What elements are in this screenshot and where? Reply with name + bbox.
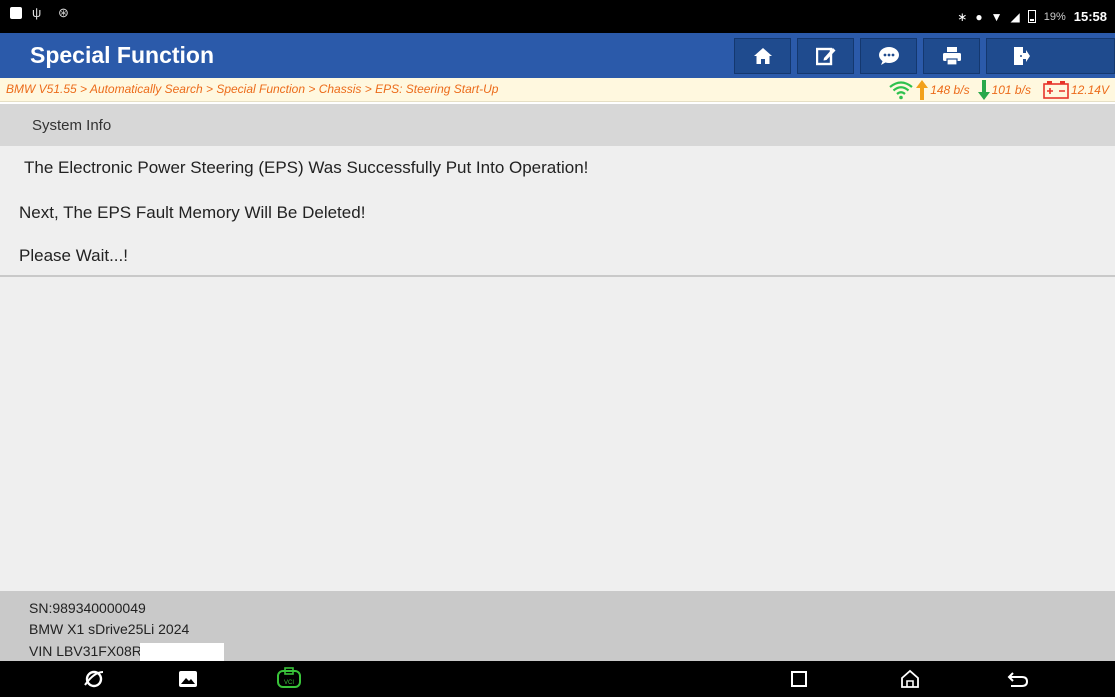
vin-row: VIN LBV31FX08R (29, 643, 224, 662)
connection-info: 148 b/s 101 b/s 12.14V (888, 80, 1109, 100)
edit-button[interactable] (797, 38, 854, 74)
clock: 15:58 (1073, 9, 1107, 24)
android-nav-bar: VCI (0, 661, 1115, 697)
vci-icon: VCI (277, 667, 301, 688)
recents-icon (791, 671, 807, 687)
title-bar: Special Function (0, 33, 1115, 78)
page-title: Special Function (30, 42, 215, 68)
message-line: The Electronic Power Steering (EPS) Was … (24, 158, 589, 177)
gallery-shortcut[interactable] (176, 667, 200, 691)
home-button[interactable] (898, 667, 922, 691)
svg-text:VCI: VCI (284, 680, 294, 686)
image-icon (10, 7, 22, 19)
download-rate: 101 b/s (991, 83, 1031, 97)
bluetooth-icon: ∗ (957, 9, 968, 24)
back-icon (1007, 672, 1029, 687)
exit-button[interactable] (986, 38, 1115, 74)
upload-arrow-icon (916, 80, 929, 100)
home-icon (753, 48, 772, 64)
status-bar: ψ ⊛ ∗ ● ▼ ◢ 19% 15:58 (0, 0, 1115, 33)
bluetooth-scan-icon: ⊛ (58, 5, 69, 20)
upload-rate: 148 b/s (930, 83, 970, 97)
download-arrow-icon (977, 80, 990, 100)
browser-shortcut[interactable] (82, 667, 106, 691)
recents-button[interactable] (787, 667, 811, 691)
home-nav-icon (901, 669, 919, 688)
message-line: Next, The EPS Fault Memory Will Be Delet… (19, 203, 366, 222)
edit-icon (815, 47, 835, 66)
feedback-button[interactable] (860, 38, 917, 74)
serial-number: SN:989340000049 (29, 600, 146, 616)
message-box: The Electronic Power Steering (EPS) Was … (0, 146, 1115, 277)
battery-icon (1027, 10, 1036, 23)
wifi-icon (889, 81, 913, 100)
content-area: The Electronic Power Steering (EPS) Was … (0, 146, 1115, 591)
wifi-icon: ▼ (990, 9, 1003, 24)
vin-redaction (139, 643, 224, 662)
back-button[interactable] (1006, 667, 1030, 691)
vci-shortcut[interactable]: VCI (275, 667, 303, 691)
signal-icon: ◢ (1010, 9, 1020, 24)
vehicle-model: BMW X1 sDrive25Li 2024 (29, 621, 190, 637)
print-icon (942, 47, 961, 66)
breadcrumb: BMW V51.55 > Automatically Search > Spec… (6, 82, 499, 96)
print-button[interactable] (923, 38, 980, 74)
dnd-icon: ● (975, 9, 983, 24)
message-line: Please Wait...! (19, 246, 128, 265)
gallery-icon (179, 671, 197, 687)
exit-icon (1013, 47, 1030, 65)
breadcrumb-bar: BMW V51.55 > Automatically Search > Spec… (0, 78, 1115, 102)
battery-percent: 19% (1043, 10, 1066, 23)
section-title: System Info (32, 117, 112, 134)
home-button[interactable] (734, 38, 791, 74)
battery-voltage: 12.14V (1070, 83, 1109, 97)
browser-icon (84, 670, 104, 688)
vin-number: VIN LBV31FX08R (29, 643, 142, 659)
usb-icon: ψ (32, 5, 42, 20)
battery-voltage-icon (1043, 81, 1069, 99)
section-header: System Info (0, 104, 1115, 146)
vehicle-info-footer: SN:989340000049 BMW X1 sDrive25Li 2024 V… (0, 591, 1115, 662)
chat-icon (878, 47, 899, 65)
